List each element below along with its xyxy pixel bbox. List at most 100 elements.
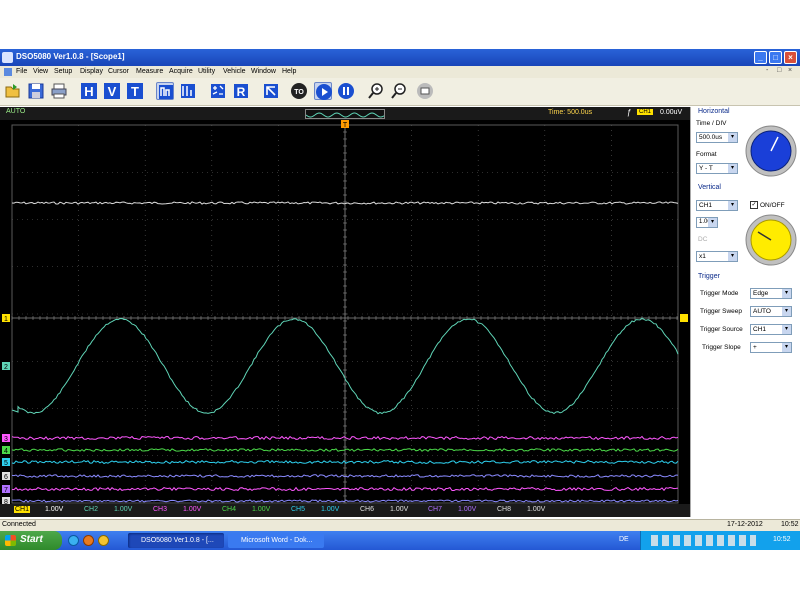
trigger-mode-select[interactable]: Edge ▾	[750, 288, 792, 299]
menu-utility[interactable]: Utility	[198, 68, 215, 75]
quick-launch-firefox-icon[interactable]	[83, 535, 94, 546]
svg-text:T: T	[131, 84, 139, 99]
ch5-label[interactable]: CH5	[291, 506, 305, 513]
ch4-label[interactable]: CH4	[222, 506, 236, 513]
ch8-scale: 1.00V	[527, 506, 546, 513]
t-cursor-icon[interactable]: T	[126, 82, 144, 100]
onoff-checkbox[interactable]: ✓	[750, 201, 758, 209]
control-panel: Horizontal Time / DIV 500.0us ▾ Format Y …	[690, 107, 800, 517]
vertical-channel-select[interactable]: CH1 ▾	[696, 200, 738, 211]
onoff-label: ON/OFF	[760, 202, 785, 209]
language-indicator[interactable]: DE	[619, 536, 629, 543]
record-icon[interactable]	[262, 82, 280, 100]
channel-marker-label: 5	[4, 460, 8, 467]
stop-icon[interactable]	[337, 82, 355, 100]
mdi-close-button[interactable]: ×	[788, 67, 792, 74]
timediv-select[interactable]: 500.0us ▾	[696, 132, 738, 143]
trigger-source-select[interactable]: CH1 ▾	[750, 324, 792, 335]
tray-icons[interactable]	[651, 535, 756, 546]
channel-marker-2[interactable]: 2	[2, 362, 10, 371]
menu-setup[interactable]: Setup	[54, 68, 72, 75]
svg-text:R: R	[237, 85, 246, 99]
mdi-minimize-button[interactable]: -	[766, 67, 768, 74]
maximize-button[interactable]: □	[769, 51, 782, 64]
volts-select[interactable]: 1.00V ▾	[696, 217, 718, 228]
menu-measure[interactable]: Measure	[136, 68, 163, 75]
ch6-label[interactable]: CH6	[360, 506, 374, 513]
run-icon[interactable]	[314, 82, 332, 100]
print-icon[interactable]	[50, 82, 68, 100]
close-button[interactable]: ×	[784, 51, 797, 64]
channel-icon[interactable]	[156, 82, 174, 100]
mdi-restore-button[interactable]: □	[777, 67, 781, 74]
auto-setup-icon[interactable]: TO	[290, 82, 308, 100]
reference-icon[interactable]: R	[232, 82, 250, 100]
trigger-edge-icon: ƒ	[627, 108, 632, 117]
taskbar-clock: 10:52	[773, 536, 791, 543]
memory-overview[interactable]	[305, 109, 385, 119]
channel-bar	[0, 504, 690, 517]
timebase-readout: Time: 500.0us	[548, 109, 593, 116]
quick-launch-ie-icon[interactable]	[68, 535, 79, 546]
channel-marker-3[interactable]: 3	[2, 434, 10, 443]
print-screen-icon[interactable]	[416, 82, 434, 100]
h-cursor-icon[interactable]: H	[80, 82, 98, 100]
trigger-channel-badge: CH1	[637, 109, 654, 115]
zoom-in-icon[interactable]	[367, 82, 385, 100]
channel-marker-6[interactable]: 6	[2, 472, 10, 481]
trigger-mode-label: Trigger Mode	[700, 290, 739, 297]
ch3-label[interactable]: CH3	[153, 506, 167, 513]
status-time: 10:52	[781, 521, 799, 528]
ch1-scale: 1.00V	[45, 506, 64, 513]
ch2-label[interactable]: CH2	[84, 506, 98, 513]
vertical-knob[interactable]	[745, 214, 797, 266]
quick-launch-media-icon[interactable]	[98, 535, 109, 546]
menu-help[interactable]: Help	[282, 68, 296, 75]
taskbar-item-word[interactable]: Microsoft Word - Dok...	[228, 533, 324, 548]
menu-vehicle[interactable]: Vehicle	[223, 68, 246, 75]
v-cursor-icon[interactable]: V	[103, 82, 121, 100]
vertical-title: Vertical	[698, 184, 721, 191]
trigger-sweep-select[interactable]: AUTO ▾	[750, 306, 792, 317]
open-icon[interactable]	[4, 82, 22, 100]
trigger-level-marker[interactable]	[680, 314, 688, 322]
trigger-slope-select[interactable]: + ▾	[750, 342, 792, 353]
menu-view[interactable]: View	[33, 68, 48, 75]
mdi-icon	[4, 68, 12, 76]
trigger-title: Trigger	[698, 273, 720, 280]
save-icon[interactable]	[27, 82, 45, 100]
ch3-scale: 1.00V	[183, 506, 202, 513]
math-icon[interactable]	[209, 82, 227, 100]
channel-marker-label: 3	[4, 436, 8, 443]
ch8-label[interactable]: CH8	[497, 506, 511, 513]
zoom-out-icon[interactable]	[390, 82, 408, 100]
channel-marker-8[interactable]: 8	[2, 497, 10, 506]
format-select[interactable]: Y - T ▾	[696, 163, 738, 174]
svg-text:TO: TO	[294, 89, 304, 96]
channel-marker-1[interactable]: 1	[2, 314, 10, 323]
channel-marker-4[interactable]: 4	[2, 446, 10, 455]
horizontal-knob[interactable]	[745, 125, 797, 177]
menu-display[interactable]: Display	[80, 68, 103, 75]
menu-window[interactable]: Window	[251, 68, 276, 75]
menu-file[interactable]: File	[16, 68, 27, 75]
ch7-label[interactable]: CH7	[428, 506, 442, 513]
channel-marker-7[interactable]: 7	[2, 485, 10, 494]
status-date: 17-12-2012	[727, 521, 763, 528]
minimize-button[interactable]: _	[754, 51, 767, 64]
scope-screen[interactable]: 1 2 3 4 5 6 7 8 T	[0, 120, 690, 506]
channel-marker-label: 4	[4, 448, 8, 455]
taskbar-item-dso5080[interactable]: DSO5080 Ver1.0.8 - [...	[128, 533, 224, 548]
trigger-slope-label: Trigger Slope	[702, 344, 741, 351]
ch1-label[interactable]: CH1	[14, 506, 31, 513]
menu-cursor[interactable]: Cursor	[108, 68, 129, 75]
svg-text:V: V	[108, 84, 117, 99]
measure-icon[interactable]	[179, 82, 197, 100]
menu-acquire[interactable]: Acquire	[169, 68, 193, 75]
channel-marker-label: 7	[4, 487, 8, 494]
format-label: Format	[696, 151, 717, 158]
channel-marker-5[interactable]: 5	[2, 458, 10, 467]
probe-select[interactable]: x1 ▾	[696, 251, 738, 262]
start-button[interactable]: Start	[0, 531, 62, 550]
menu-bar: File View Setup Display Cursor Measure A…	[0, 66, 800, 78]
